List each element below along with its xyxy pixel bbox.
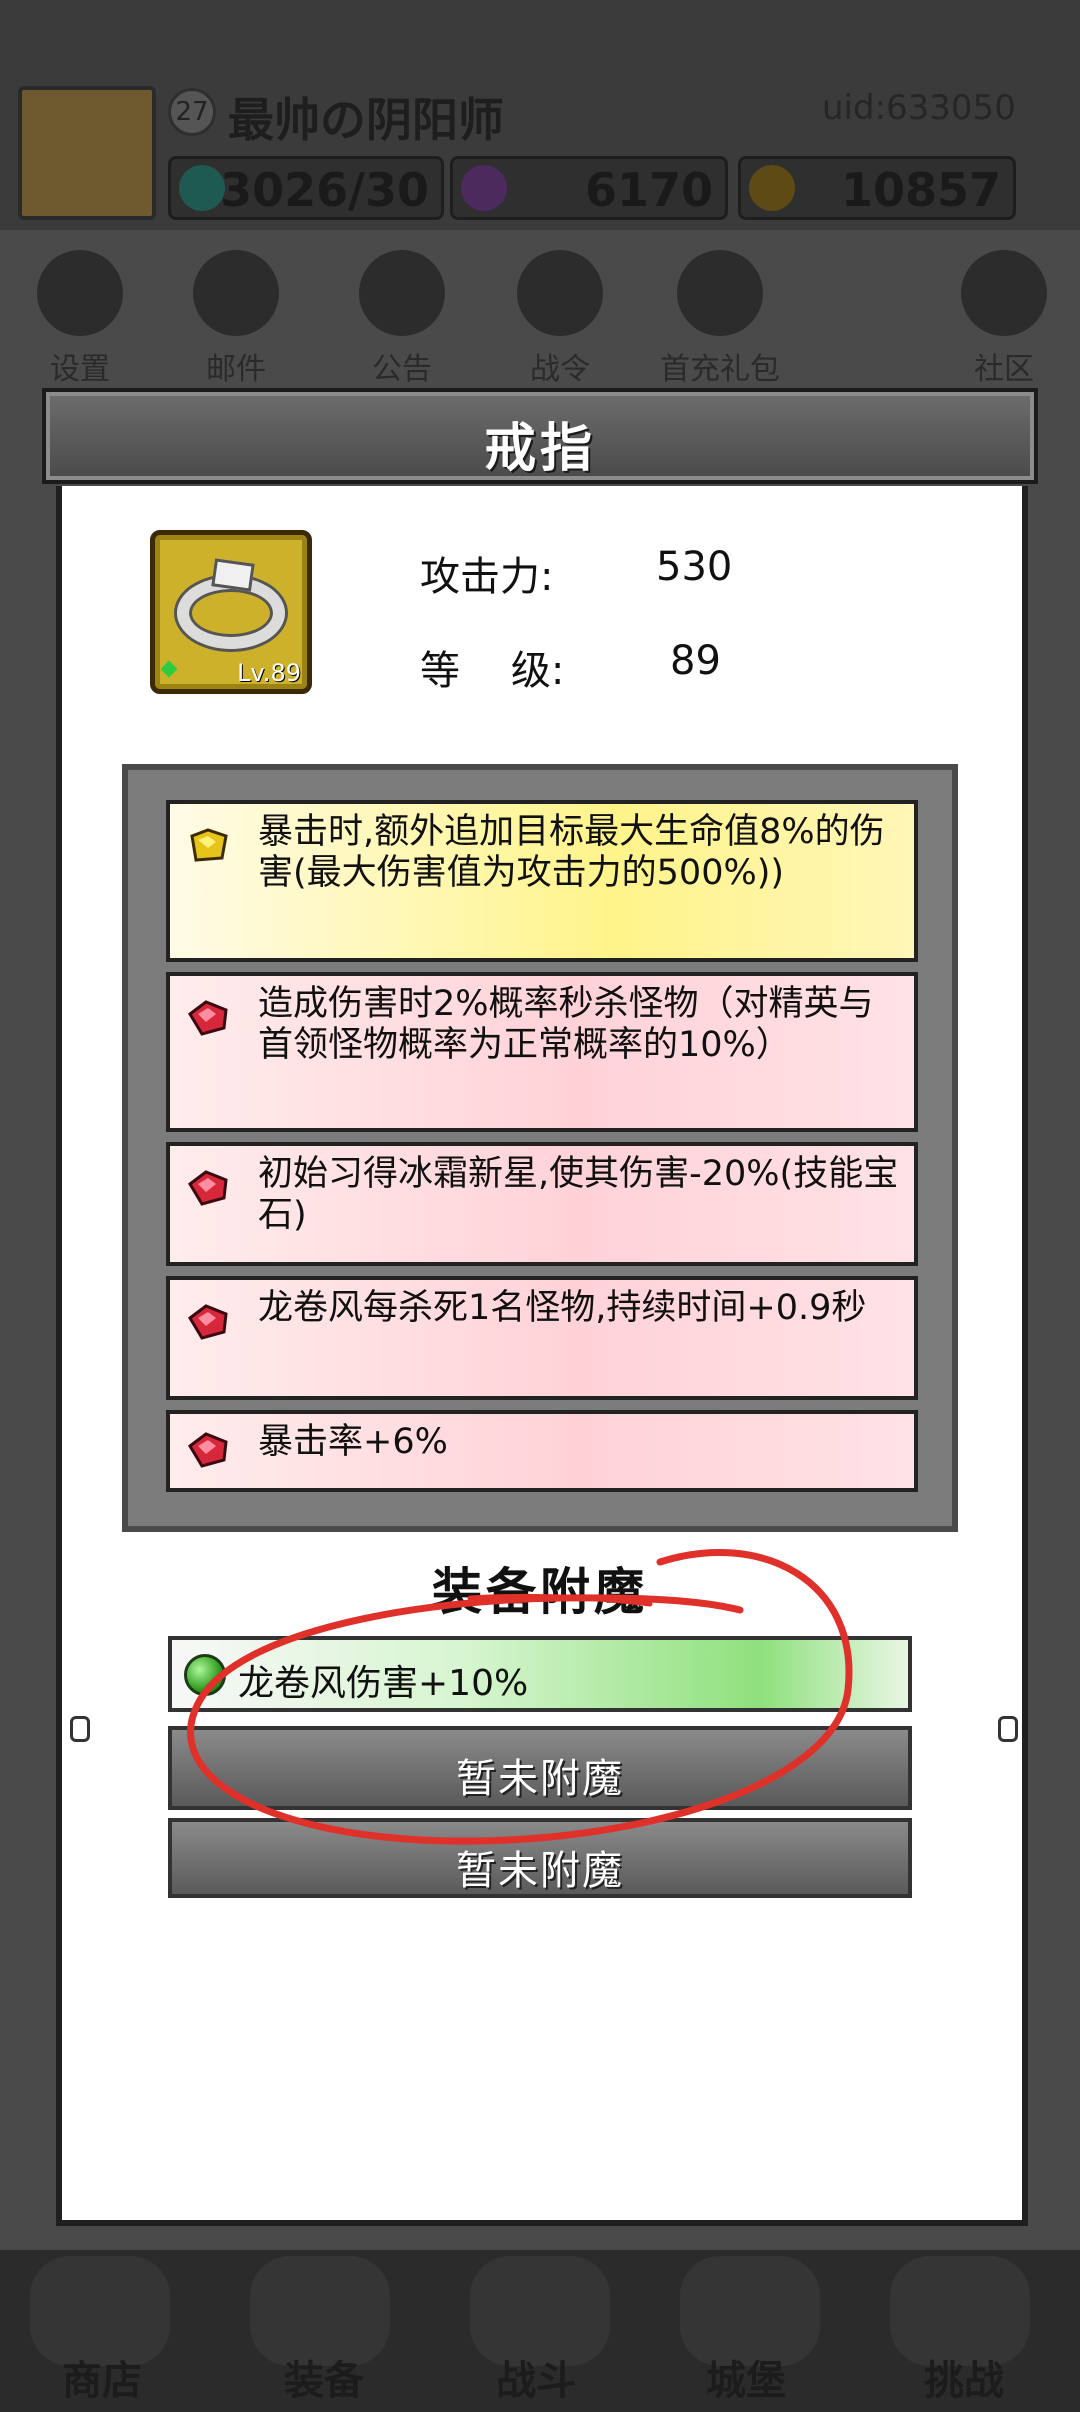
nav-community-label: 社区 [974,352,1034,387]
resource-diamond: 6170 [450,156,728,220]
stat-attack-label: 攻击力: [420,554,554,600]
gift-bag-icon [677,250,763,336]
tab-shop[interactable]: 商店 [62,2348,142,2406]
attribute-row: 初始习得冰霜新星,使其伤害-20%(技能宝石) [166,1142,918,1266]
player-name: 最帅の阴阳师 [228,93,504,147]
crystal-ball-icon [517,250,603,336]
pin-right [998,1716,1018,1742]
ring-icon: Lv.89 [150,530,312,694]
attribute-text: 暴击时,额外追加目标最大生命值8%的伤害(最大伤害值为攻击力的500%)) [258,812,885,893]
player-avatar[interactable] [18,86,156,220]
red-gem-icon [188,1000,228,1036]
home-icon [961,250,1047,336]
player-uid: uid:633050 [822,88,1016,128]
tab-battle[interactable]: 战斗 [496,2348,576,2406]
attribute-row: 龙卷风每杀死1名怪物,持续时间+0.9秒 [166,1276,918,1400]
gear-icon [37,250,123,336]
enchant-slot-2[interactable]: 暂未附魔 [168,1726,912,1810]
player-header: 27 最帅の阴阳师 uid:633050 3026/30 6170 10857 [0,0,1080,230]
enchant-slot-2-text: 暂未附魔 [456,1756,624,1802]
tab-castle[interactable]: 城堡 [706,2348,786,2406]
enchant-title: 装备附魔 [432,1563,648,1621]
enchant-slot-3-text: 暂未附魔 [456,1848,624,1894]
tab-challenge[interactable]: 挑战 [924,2348,1004,2406]
nav-battlepass[interactable]: 战令 [500,250,620,388]
nav-first-purchase-label: 首充礼包 [660,352,780,387]
resource-gold: 10857 [738,156,1016,220]
attribute-row: 造成伤害时2%概率秒杀怪物（对精英与首领怪物概率为正常概率的10%） [166,972,918,1132]
nav-mail[interactable]: 邮件 [176,250,296,388]
nav-community[interactable]: 社区 [944,250,1064,388]
nav-notice-label: 公告 [372,352,432,387]
attribute-panel: 暴击时,额外追加目标最大生命值8%的伤害(最大伤害值为攻击力的500%)) 造成… [122,764,958,1532]
gold-coin-icon [749,165,795,211]
ring-stone [211,558,255,592]
enchant-slot-1-text: 龙卷风伤害+10% [238,1663,529,1704]
modal-header: 戒指 [42,388,1038,484]
rarity-dot [160,660,178,678]
attribute-row: 暴击率+6% [166,1410,918,1492]
resource-gold-value: 10857 [840,163,1001,217]
pin-left [70,1716,90,1742]
modal-title: 戒指 [483,419,596,479]
nav-battlepass-label: 战令 [530,352,590,387]
attribute-text: 初始习得冰霜新星,使其伤害-20%(技能宝石) [258,1154,899,1235]
attribute-text: 龙卷风每杀死1名怪物,持续时间+0.9秒 [258,1288,867,1328]
attribute-text: 造成伤害时2%概率秒杀怪物（对精英与首领怪物概率为正常概率的10%） [258,984,874,1065]
nav-notice[interactable]: 公告 [342,250,462,388]
bottom-tab-bar: 商店 装备 战斗 城堡 挑战 [0,2250,1080,2412]
purple-diamond-icon [461,165,507,211]
stat-attack-value: 530 [656,544,733,590]
attribute-text: 暴击率+6% [258,1422,448,1462]
green-orb-icon [184,1654,226,1696]
red-gem-icon [188,1304,228,1340]
resource-energy-value: 3026/30 [220,163,429,217]
tab-equipment[interactable]: 装备 [284,2348,364,2406]
stat-level-label: 等 级: [420,648,565,694]
nav-settings[interactable]: 设置 [20,250,140,388]
resource-energy: 3026/30 [168,156,444,220]
mail-icon [193,250,279,336]
resource-diamond-value: 6170 [584,163,713,217]
stat-level-value: 89 [670,638,721,684]
enchant-slot-1[interactable]: 龙卷风伤害+10% [168,1636,912,1712]
red-gem-icon [188,1432,228,1468]
nav-first-purchase[interactable]: 首充礼包 [660,250,780,388]
red-gem-icon [188,1170,228,1206]
player-level-badge: 27 [168,88,216,136]
yellow-gem-icon [190,828,228,862]
nav-settings-label: 设置 [50,352,110,387]
item-level-badge: Lv.89 [237,659,301,687]
scroll-icon [359,250,445,336]
energy-gem-icon [179,165,225,211]
enchant-slot-3[interactable]: 暂未附魔 [168,1818,912,1898]
top-nav: 设置 邮件 公告 战令 首充礼包 社区 [0,250,1080,387]
attribute-row: 暴击时,额外追加目标最大生命值8%的伤害(最大伤害值为攻击力的500%)) [166,800,918,962]
nav-mail-label: 邮件 [206,352,266,387]
